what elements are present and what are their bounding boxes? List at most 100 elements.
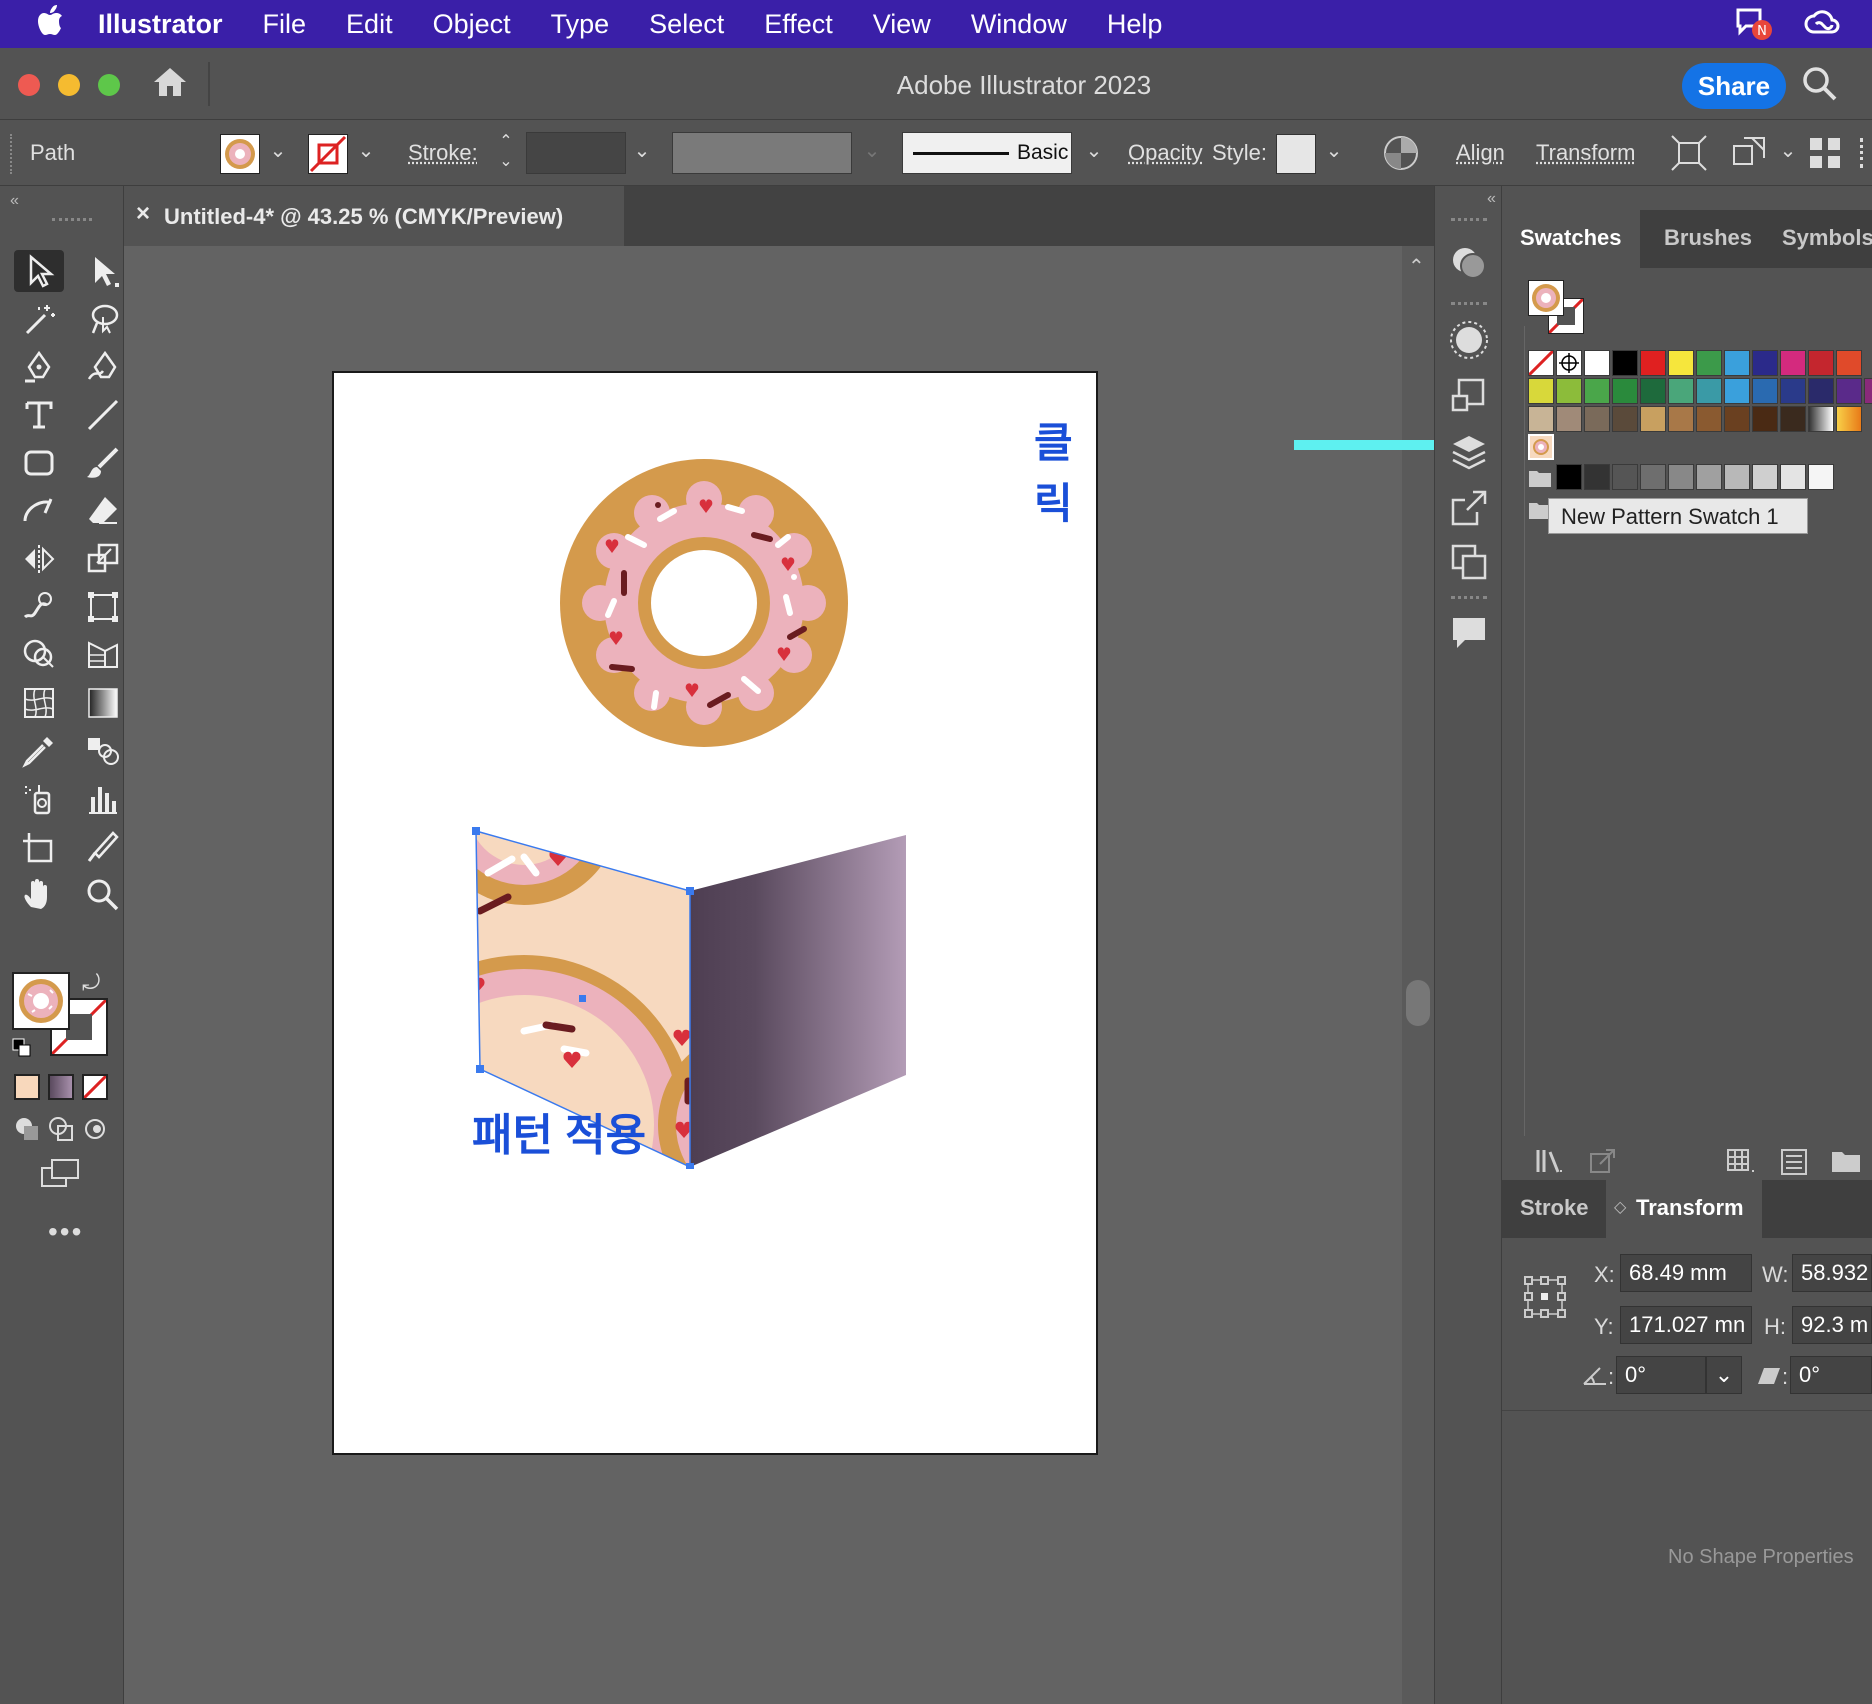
donut-artwork[interactable] bbox=[558, 457, 850, 749]
menu-effect[interactable]: Effect bbox=[764, 9, 833, 40]
color-swatch[interactable] bbox=[1808, 378, 1834, 404]
transform-again-icon[interactable] bbox=[1730, 134, 1768, 178]
collapse-toolbar-icon[interactable]: « bbox=[10, 192, 19, 210]
color-swatch[interactable] bbox=[1724, 350, 1750, 376]
isolate-object-icon[interactable] bbox=[1670, 134, 1708, 178]
color-swatch[interactable] bbox=[1612, 406, 1638, 432]
document-tab[interactable]: × Untitled-4* @ 43.25 % (CMYK/Preview) bbox=[124, 186, 624, 246]
place-swatches-icon[interactable] bbox=[1588, 1146, 1618, 1181]
recolor-artwork-icon[interactable] bbox=[1382, 134, 1420, 178]
color-swatch[interactable] bbox=[1556, 406, 1582, 432]
column-graph-tool[interactable] bbox=[78, 778, 128, 820]
menu-view[interactable]: View bbox=[873, 9, 931, 40]
stroke-weight-input[interactable] bbox=[526, 132, 626, 174]
color-swatch[interactable] bbox=[1668, 378, 1694, 404]
transform-options-chevron-icon[interactable]: ⌄ bbox=[1774, 138, 1802, 166]
color-swatch[interactable] bbox=[1752, 350, 1778, 376]
menu-object[interactable]: Object bbox=[433, 9, 511, 40]
layers-panel-icon[interactable] bbox=[1449, 432, 1489, 472]
symbol-sprayer-tool[interactable] bbox=[14, 778, 64, 820]
color-swatch[interactable] bbox=[1668, 350, 1694, 376]
color-swatch[interactable] bbox=[1528, 406, 1554, 432]
color-swatch[interactable] bbox=[1780, 406, 1806, 432]
artboard[interactable]: 클릭 패턴 적용 bbox=[332, 371, 1098, 1455]
color-swatch[interactable] bbox=[1724, 406, 1750, 432]
blend-tool[interactable] bbox=[78, 730, 128, 772]
color-swatch[interactable] bbox=[1584, 406, 1610, 432]
swap-fill-stroke-icon[interactable]: ⤾ bbox=[82, 970, 100, 996]
draw-inside-icon[interactable] bbox=[82, 1116, 108, 1147]
magic-wand-tool[interactable] bbox=[14, 298, 64, 340]
expand-panels-icon[interactable]: « bbox=[1487, 190, 1496, 208]
share-button[interactable]: Share bbox=[1682, 63, 1786, 109]
hand-tool[interactable] bbox=[14, 874, 64, 916]
transform-label[interactable]: Transform bbox=[1536, 140, 1635, 166]
color-swatch[interactable] bbox=[1752, 378, 1778, 404]
scrollbar-thumb[interactable] bbox=[1406, 980, 1430, 1026]
swatch-options-icon[interactable] bbox=[1780, 1148, 1808, 1181]
color-swatch[interactable] bbox=[1584, 464, 1610, 490]
perspective-grid-tool[interactable] bbox=[78, 634, 128, 676]
color-swatch[interactable] bbox=[1752, 464, 1778, 490]
style-chevron-icon[interactable]: ⌄ bbox=[1320, 138, 1348, 166]
new-pattern-swatch[interactable] bbox=[1528, 434, 1554, 460]
tab-symbols[interactable]: Symbols bbox=[1764, 210, 1872, 274]
panel-fill-preview[interactable] bbox=[1528, 280, 1564, 316]
mesh-tool[interactable] bbox=[14, 682, 64, 724]
draw-behind-icon[interactable] bbox=[48, 1116, 74, 1147]
color-guide-panel-icon[interactable] bbox=[1449, 320, 1489, 360]
reference-point-grid-icon[interactable] bbox=[1524, 1276, 1566, 1323]
selection-tool[interactable] bbox=[14, 250, 64, 292]
rotate-angle-dropdown-chevron-icon[interactable]: ⌄ bbox=[1706, 1356, 1742, 1394]
menu-illustrator[interactable]: Illustrator bbox=[98, 9, 223, 40]
stroke-dropdown-chevron-icon[interactable]: ⌄ bbox=[352, 138, 380, 166]
swatch-none[interactable] bbox=[1528, 350, 1554, 376]
direct-selection-tool[interactable] bbox=[78, 250, 128, 292]
stroke-label[interactable]: Stroke: bbox=[408, 140, 478, 166]
color-swatch[interactable] bbox=[1780, 350, 1806, 376]
color-swatch[interactable] bbox=[1668, 464, 1694, 490]
anchor-point[interactable] bbox=[686, 887, 694, 895]
eyedropper-tool[interactable] bbox=[14, 730, 64, 772]
color-mode-button[interactable] bbox=[14, 1074, 40, 1100]
show-swatch-kinds-icon[interactable] bbox=[1726, 1148, 1760, 1181]
free-transform-tool[interactable] bbox=[78, 586, 128, 628]
color-swatch[interactable] bbox=[1528, 378, 1554, 404]
edit-toolbar-more-icon[interactable]: ••• bbox=[48, 1216, 83, 1248]
zoom-tool[interactable] bbox=[78, 874, 128, 916]
variable-width-profile[interactable] bbox=[672, 132, 852, 174]
graphic-style-swatch[interactable] bbox=[1276, 134, 1316, 174]
artboards-panel-icon[interactable] bbox=[1449, 542, 1489, 582]
color-group-folder-icon[interactable] bbox=[1528, 468, 1552, 493]
transform-panel-icon[interactable] bbox=[1449, 376, 1489, 416]
tab-stroke[interactable]: Stroke bbox=[1502, 1180, 1606, 1244]
color-swatch[interactable] bbox=[1584, 378, 1610, 404]
creative-cloud-icon[interactable] bbox=[1802, 6, 1842, 49]
color-swatch[interactable] bbox=[1640, 378, 1666, 404]
reflect-tool[interactable] bbox=[14, 538, 64, 580]
profile-chevron-icon[interactable]: ⌄ bbox=[858, 138, 886, 166]
lasso-tool[interactable] bbox=[78, 298, 128, 340]
canvas-area[interactable]: 클릭 패턴 적용 bbox=[124, 246, 1434, 1704]
color-swatch[interactable] bbox=[1752, 406, 1778, 432]
swatch-registration[interactable] bbox=[1556, 350, 1582, 376]
color-swatch[interactable] bbox=[1696, 406, 1722, 432]
fill-swatch[interactable] bbox=[220, 134, 260, 174]
color-swatch[interactable] bbox=[1836, 350, 1862, 376]
asset-export-panel-icon[interactable] bbox=[1449, 488, 1489, 528]
gradient-mode-button[interactable] bbox=[48, 1074, 74, 1100]
width-input[interactable]: 58.932 bbox=[1792, 1254, 1872, 1292]
color-swatch[interactable] bbox=[1780, 378, 1806, 404]
stroke-swatch[interactable] bbox=[308, 134, 348, 174]
opacity-label[interactable]: Opacity bbox=[1128, 140, 1203, 166]
color-swatch[interactable] bbox=[1724, 464, 1750, 490]
swatch-gradient-orange[interactable] bbox=[1836, 406, 1862, 432]
comments-panel-icon[interactable] bbox=[1449, 614, 1489, 654]
color-swatch[interactable] bbox=[1612, 378, 1638, 404]
color-swatch[interactable] bbox=[1836, 378, 1862, 404]
pen-tool[interactable] bbox=[14, 346, 64, 388]
color-swatch[interactable] bbox=[1640, 406, 1666, 432]
stroke-weight-stepper[interactable]: ⌃ ⌄ bbox=[494, 132, 518, 174]
close-document-icon[interactable]: × bbox=[136, 200, 150, 228]
brush-definition-dropdown[interactable]: Basic bbox=[902, 132, 1072, 174]
